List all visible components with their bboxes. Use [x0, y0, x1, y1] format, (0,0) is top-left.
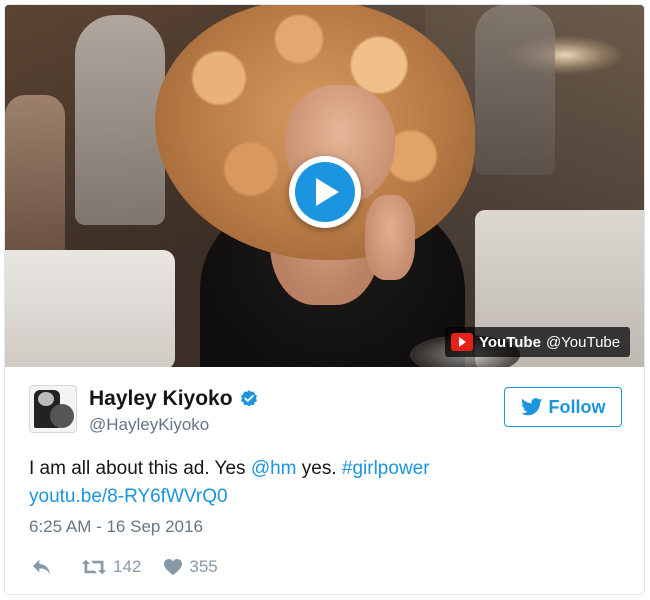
verified-badge-icon — [240, 390, 257, 407]
mention-link[interactable]: @hm — [251, 458, 297, 479]
like-button[interactable]: 355 — [163, 557, 218, 577]
retweet-count: 142 — [113, 557, 142, 576]
woman-hand — [365, 195, 415, 280]
tweet-text: I am all about this ad. Yes @hm yes. #gi… — [29, 455, 619, 511]
retweet-icon — [81, 559, 107, 575]
background-person — [475, 5, 555, 175]
twitter-bird-icon — [520, 398, 542, 416]
like-count: 355 — [189, 557, 218, 576]
follow-button[interactable]: Follow — [504, 387, 622, 427]
tweet-timestamp[interactable]: 6:25 AM - 16 Sep 2016 — [29, 517, 203, 537]
heart-icon — [164, 558, 183, 576]
tweet-header: Hayley Kiyoko @HayleyKiyoko Follow — [29, 385, 622, 437]
play-icon — [316, 178, 339, 206]
display-name-text: Hayley Kiyoko — [89, 387, 233, 410]
video-thumbnail[interactable]: YouTube @YouTube — [5, 5, 644, 367]
avatar[interactable] — [29, 385, 77, 433]
follow-button-label: Follow — [548, 396, 606, 417]
tweet-text-middle: yes. — [296, 458, 342, 479]
url-link[interactable]: youtu.be/8-RY6fWVrQ0 — [29, 486, 228, 507]
reply-button[interactable] — [31, 558, 59, 576]
background-person — [75, 15, 165, 225]
youtube-source-badge[interactable]: YouTube @YouTube — [445, 327, 631, 357]
background-person — [5, 95, 65, 265]
user-handle[interactable]: @HayleyKiyoko — [89, 415, 259, 435]
tweet-text-prefix: I am all about this ad. Yes — [29, 458, 251, 479]
tweet-card: YouTube @YouTube Hayley Kiyoko @HayleyKi… — [4, 4, 645, 595]
reply-icon — [33, 559, 51, 575]
youtube-logo-icon — [451, 333, 473, 351]
background-table — [5, 250, 175, 367]
display-name[interactable]: Hayley Kiyoko — [89, 387, 259, 411]
tweet-actions: 142 355 — [31, 554, 240, 580]
youtube-brand-label: YouTube — [479, 333, 541, 351]
user-names: Hayley Kiyoko @HayleyKiyoko — [89, 387, 259, 435]
youtube-handle-label: @YouTube — [545, 333, 621, 351]
retweet-button[interactable]: 142 — [81, 557, 141, 577]
hashtag-link[interactable]: #girlpower — [342, 458, 430, 479]
play-button[interactable] — [289, 156, 361, 228]
